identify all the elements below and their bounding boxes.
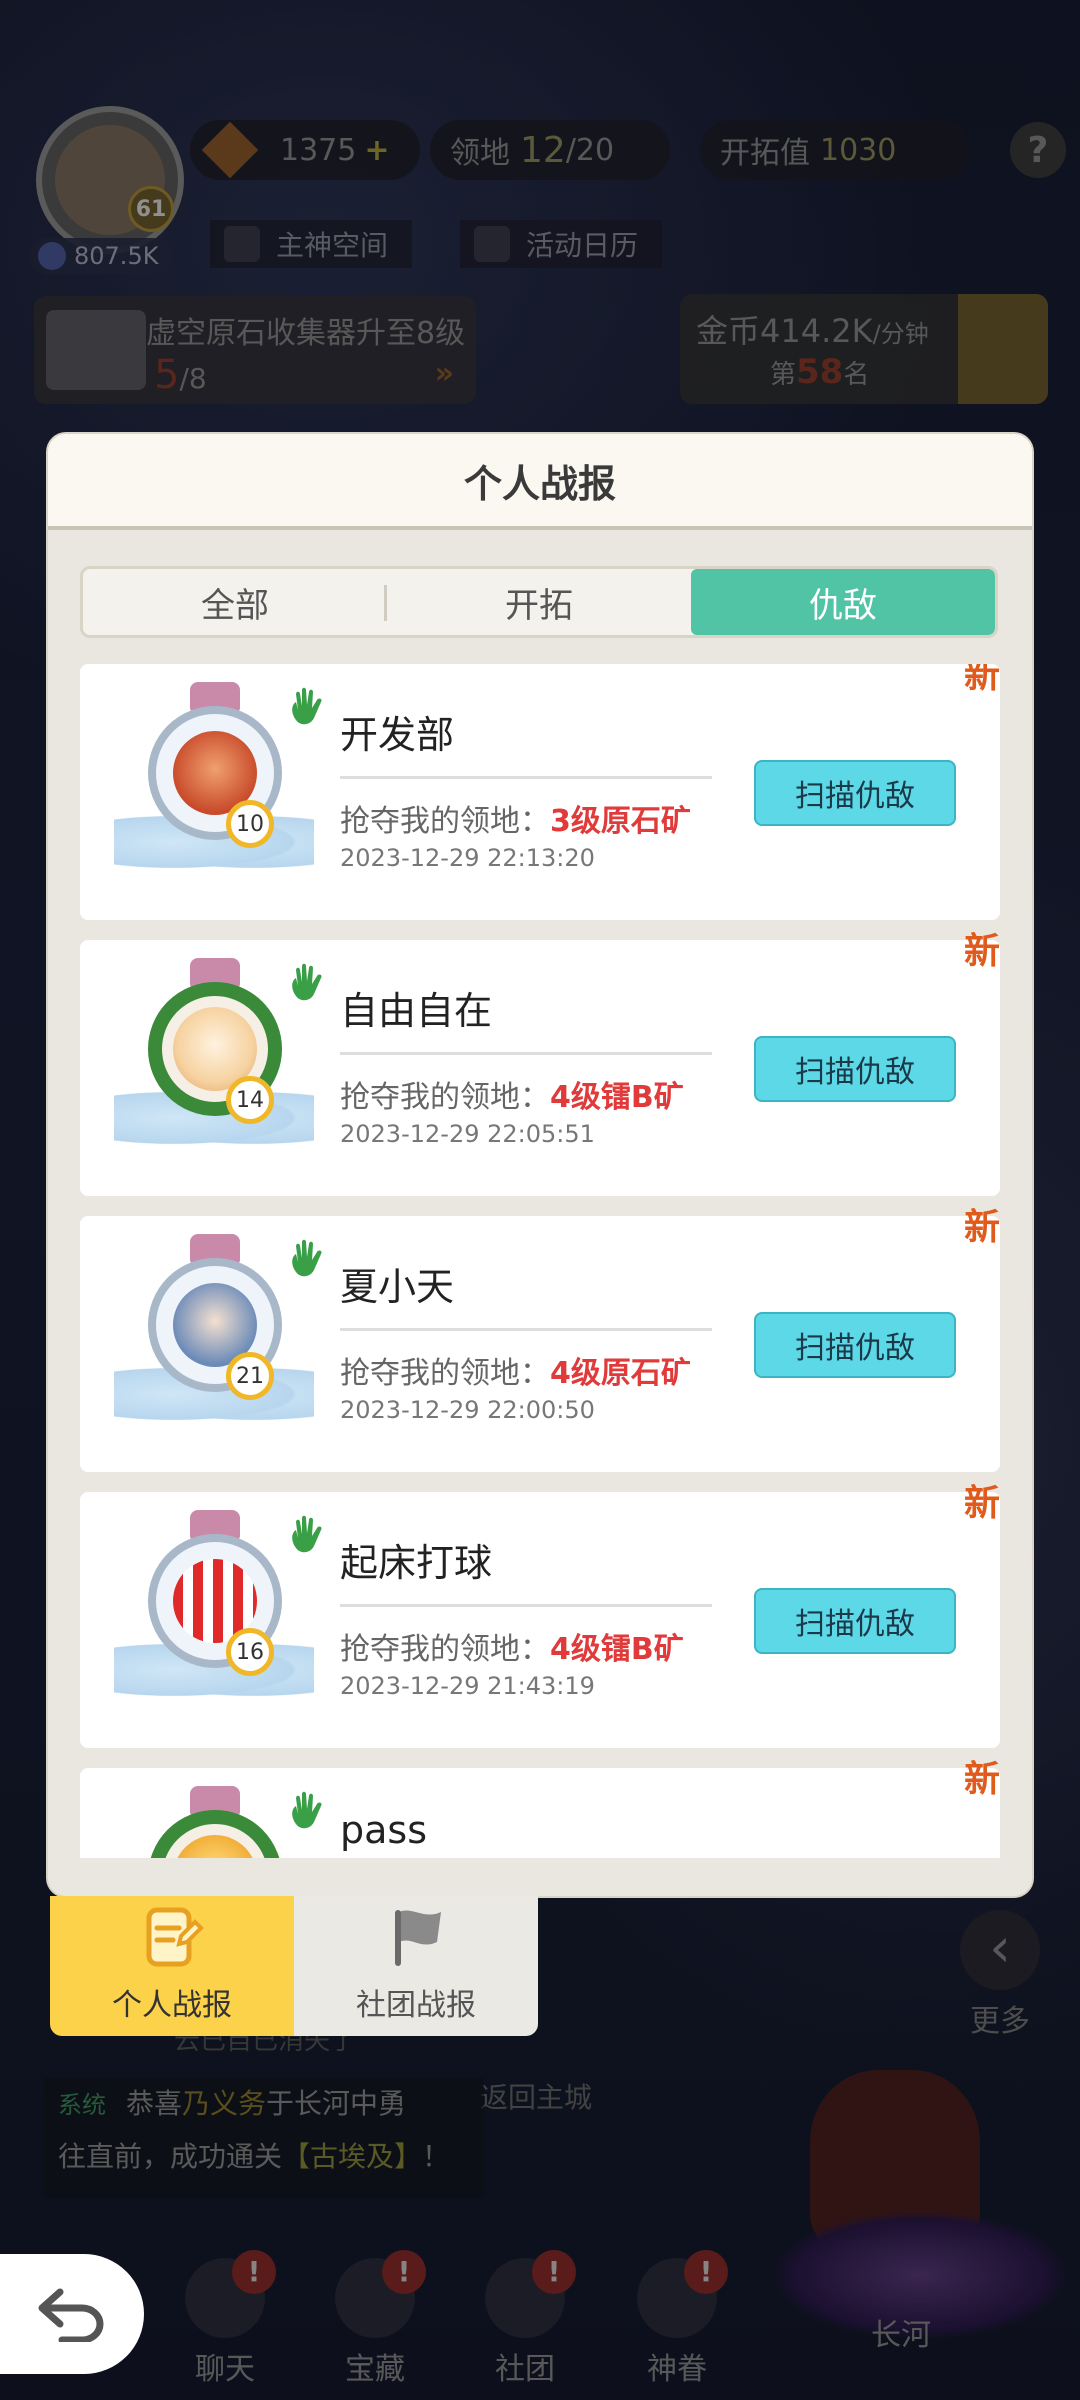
scan-enemy-button[interactable]: 扫描仇敌	[754, 1588, 956, 1654]
enemy-level: 10	[226, 800, 274, 848]
enemy-avatar[interactable]: 21	[114, 1234, 314, 1454]
new-badge: 新	[963, 664, 1000, 696]
personal-report-label: 个人战报	[112, 1988, 232, 2023]
enemy-avatar[interactable]: 10	[114, 682, 314, 902]
scan-enemy-button[interactable]: 扫描仇敌	[754, 1312, 956, 1378]
tab-enemy[interactable]: 仇敌	[691, 569, 995, 635]
scan-enemy-button[interactable]: 扫描仇敌	[754, 1036, 956, 1102]
tab-explore[interactable]: 开拓	[387, 569, 691, 635]
enemy-name: 自由自在	[340, 989, 493, 1033]
enemy-level: 14	[226, 1076, 274, 1124]
enemy-level: 21	[226, 1352, 274, 1400]
battle-report-modal: 个人战报 全部 开拓 仇敌 新 10 开发部 抢夺我的领地：3级原石矿 2023…	[48, 434, 1032, 1896]
tab-all[interactable]: 全部	[83, 569, 387, 635]
list-item: 新 16 起床打球 抢夺我的领地：4级镭B矿 2023-12-29 21:43:…	[80, 1483, 1000, 1748]
flag-icon	[395, 1910, 441, 1966]
list-item: 新 10 开发部 抢夺我的领地：3级原石矿 2023-12-29 22:13:2…	[80, 664, 1000, 920]
enemy-name: 夏小天	[340, 1265, 455, 1309]
scan-enemy-button[interactable]: 扫描仇敌	[754, 760, 956, 826]
raid-time: 2023-12-29 22:05:51	[340, 1120, 595, 1148]
enemy-name: 开发部	[340, 713, 455, 757]
back-arrow-icon	[38, 2288, 104, 2342]
enemy-avatar[interactable]: 16	[114, 1510, 314, 1730]
enemy-avatar[interactable]: 14	[114, 958, 314, 1178]
raid-description: 抢夺我的领地：4级镭B矿	[340, 1632, 684, 1667]
list-item: 新 pass	[80, 1759, 1000, 1858]
enemy-name: 起床打球	[340, 1541, 493, 1585]
new-badge: 新	[963, 1759, 1000, 1800]
raid-time: 2023-12-29 22:00:50	[340, 1396, 595, 1424]
list-item: 新 14 自由自在 抢夺我的领地：4级镭B矿 2023-12-29 22:05:…	[80, 931, 1000, 1196]
wave-hand-icon	[292, 1791, 322, 1829]
new-badge: 新	[963, 1207, 1000, 1248]
raid-description: 抢夺我的领地：3级原石矿	[340, 804, 691, 839]
raid-description: 抢夺我的领地：4级原石矿	[340, 1356, 691, 1391]
filter-tabs: 全部 开拓 仇敌	[80, 566, 998, 638]
personal-report-tab[interactable]: 个人战报	[50, 1896, 294, 2036]
report-document-icon	[146, 1907, 204, 1967]
guild-report-label: 社团战报	[356, 1988, 476, 2023]
enemy-name: pass	[340, 1808, 428, 1852]
wave-hand-icon	[292, 963, 322, 1001]
raid-description: 抢夺我的领地：4级镭B矿	[340, 1080, 684, 1115]
new-badge: 新	[963, 1483, 1000, 1524]
enemy-avatar[interactable]	[114, 1786, 314, 1858]
new-badge: 新	[963, 931, 1000, 972]
enemy-level: 16	[226, 1628, 274, 1676]
enemy-list[interactable]: 新 10 开发部 抢夺我的领地：3级原石矿 2023-12-29 22:13:2…	[80, 664, 1000, 1858]
list-item: 新 21 夏小天 抢夺我的领地：4级原石矿 2023-12-29 22:00:5…	[80, 1207, 1000, 1472]
wave-hand-icon	[292, 1515, 322, 1553]
wave-hand-icon	[292, 687, 322, 725]
raid-time: 2023-12-29 22:13:20	[340, 844, 595, 872]
modal-title: 个人战报	[48, 434, 1032, 530]
wave-hand-icon	[292, 1239, 322, 1277]
back-button[interactable]	[0, 2254, 144, 2374]
guild-report-tab[interactable]: 社团战报	[294, 1896, 538, 2036]
raid-time: 2023-12-29 21:43:19	[340, 1672, 595, 1700]
